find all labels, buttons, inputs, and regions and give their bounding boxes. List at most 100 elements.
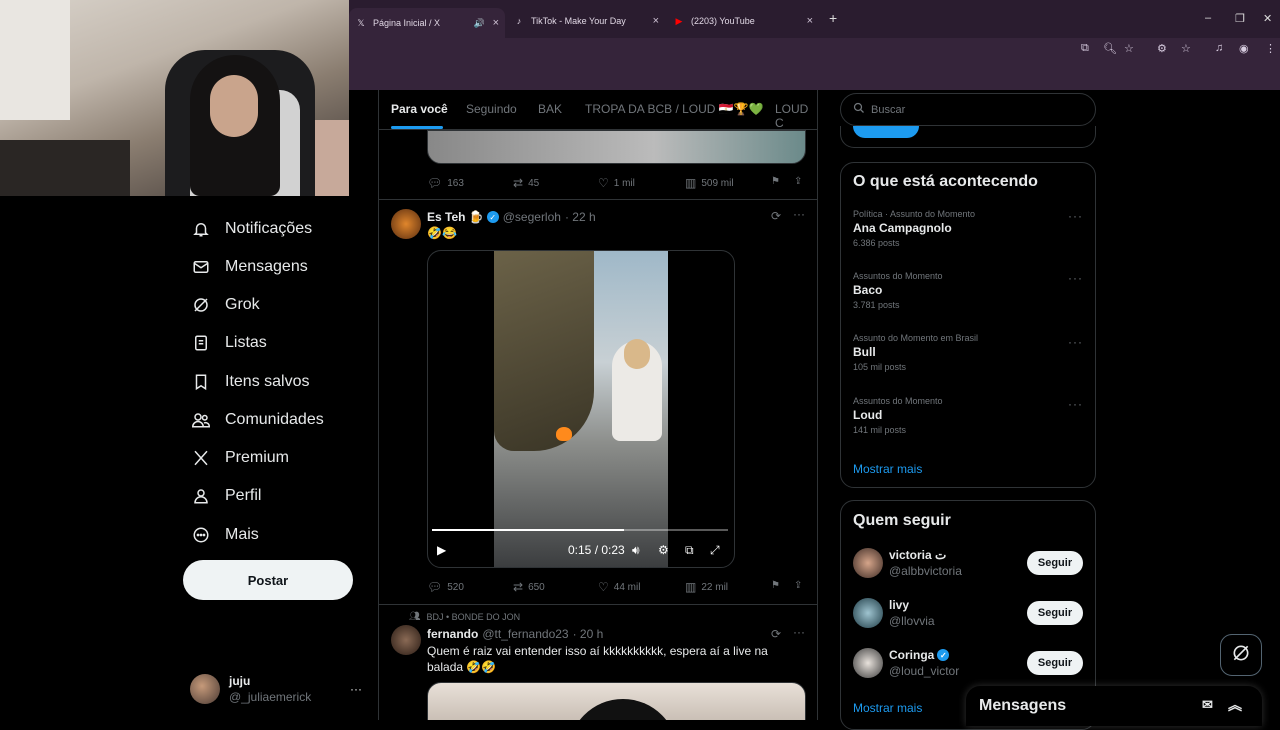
- search-input[interactable]: Buscar: [840, 93, 1096, 126]
- reply-button[interactable]: 💬︎ 520: [427, 580, 464, 594]
- avatar[interactable]: [391, 625, 421, 655]
- card-fragment: [840, 126, 1096, 148]
- follow-button[interactable]: Seguir: [1027, 551, 1083, 575]
- pip-icon[interactable]: ⧉: [685, 543, 694, 558]
- nav-messages[interactable]: Mensagens: [190, 252, 308, 282]
- trend-item[interactable]: Assunto do Momento em Brasil Bull 105 mi…: [853, 333, 978, 372]
- volume-icon[interactable]: 🔊︎: [632, 543, 640, 558]
- avatar: [853, 598, 883, 628]
- share-icon[interactable]: ⇪: [794, 176, 802, 187]
- bookmark-icon[interactable]: ⚑: [771, 580, 780, 591]
- follow-button[interactable]: Seguir: [1027, 651, 1083, 675]
- expand-icon[interactable]: ︽: [1228, 695, 1242, 715]
- cast-icon[interactable]: ⧉: [1081, 42, 1089, 55]
- nav-profile[interactable]: Perfil: [190, 481, 261, 511]
- account-more-icon[interactable]: ···: [350, 682, 362, 696]
- new-tab-button[interactable]: +: [829, 10, 837, 26]
- views-button[interactable]: ▥ 22 mil: [685, 580, 728, 594]
- more-icon[interactable]: ···: [793, 625, 805, 639]
- more-icon[interactable]: ···: [793, 207, 805, 221]
- nav-more[interactable]: Mais: [190, 520, 259, 550]
- repost-icon: ⇄: [513, 176, 524, 190]
- profile-icon[interactable]: ◉: [1239, 42, 1249, 55]
- close-tab-icon[interactable]: ×: [807, 15, 813, 27]
- tab-tropa[interactable]: TROPA DA BCB / LOUD 🇪🇬🏆💚: [585, 102, 764, 116]
- post-author[interactable]: Es Teh 🍺: [427, 210, 484, 224]
- more-icon[interactable]: ···: [1068, 335, 1083, 349]
- more-icon[interactable]: ···: [1068, 271, 1083, 285]
- grok-button[interactable]: [1220, 634, 1262, 676]
- post-media[interactable]: [427, 682, 806, 720]
- post-time[interactable]: · 20 h: [573, 627, 604, 641]
- nav-bookmarks[interactable]: Itens salvos: [190, 367, 309, 397]
- like-button[interactable]: ♡ 44 mil: [598, 580, 640, 594]
- video-progress[interactable]: [432, 529, 728, 531]
- post-handle[interactable]: @segerloh: [503, 210, 561, 224]
- tab-loud[interactable]: LOUD C: [775, 102, 817, 130]
- star-icon[interactable]: ☆: [1124, 42, 1134, 55]
- play-icon[interactable]: ▶: [437, 543, 446, 557]
- media-control-icon[interactable]: ♫: [1215, 42, 1223, 54]
- trend-item[interactable]: Política · Assunto do Momento Ana Campag…: [853, 209, 975, 248]
- reply-button[interactable]: 💬︎ 163: [427, 176, 464, 190]
- post-time[interactable]: · 22 h: [565, 210, 596, 224]
- tab-bak[interactable]: BAK: [538, 102, 562, 116]
- share-icon[interactable]: ⇪: [794, 580, 802, 591]
- community-label[interactable]: 👥︎ BDJ • BONDE DO JON: [409, 611, 520, 622]
- settings-icon[interactable]: ⚙: [658, 543, 669, 557]
- nav-grok[interactable]: Grok: [190, 290, 260, 320]
- suggested-user[interactable]: Coringa ✓ @loud_victor: [853, 648, 959, 678]
- tab-for-you[interactable]: Para você: [391, 102, 448, 116]
- tab-x-home[interactable]: 𝕏 Página Inicial / X 🔊 ×: [349, 8, 505, 38]
- suggested-user[interactable]: livy @llovvia: [853, 598, 935, 628]
- views-button[interactable]: ▥ 509 mil: [685, 176, 734, 190]
- close-tab-icon[interactable]: ×: [653, 15, 659, 27]
- nav-lists[interactable]: Listas: [190, 328, 267, 358]
- verified-icon: ✓: [937, 649, 950, 661]
- subscribe-button[interactable]: [853, 126, 919, 138]
- video-player[interactable]: ▶ 0:15 / 0:23 🔊︎ ⚙ ⧉ ⤢: [427, 250, 735, 568]
- close-tab-icon[interactable]: ×: [493, 17, 499, 29]
- grok-icon[interactable]: ⟳: [771, 209, 781, 223]
- close-window-button[interactable]: ✕: [1263, 12, 1272, 25]
- post-text: 🤣😂: [427, 226, 457, 240]
- tab-following[interactable]: Seguindo: [466, 102, 517, 116]
- speaker-icon[interactable]: 🔊: [474, 18, 485, 29]
- more-icon[interactable]: ···: [1068, 397, 1083, 411]
- more-icon[interactable]: ···: [1068, 209, 1083, 223]
- show-more-link[interactable]: Mostrar mais: [853, 462, 922, 476]
- trend-item[interactable]: Assuntos do Momento Baco 3.781 posts: [853, 271, 943, 310]
- grok-icon[interactable]: ⟳: [771, 627, 781, 641]
- tab-tiktok[interactable]: ♪ TikTok - Make Your Day ×: [507, 8, 665, 34]
- trend-item[interactable]: Assuntos do Momento Loud 141 mil posts: [853, 396, 943, 435]
- show-more-link[interactable]: Mostrar mais: [853, 701, 922, 715]
- views-icon: ▥: [685, 580, 697, 594]
- repost-button[interactable]: ⇄ 650: [513, 580, 545, 594]
- extension-icon[interactable]: ⚙: [1157, 42, 1167, 55]
- menu-icon[interactable]: ⋮: [1265, 42, 1276, 55]
- post-media[interactable]: [427, 130, 806, 164]
- fullscreen-icon[interactable]: ⤢: [710, 543, 720, 558]
- tab-youtube[interactable]: ▶ (2203) YouTube ×: [667, 8, 819, 34]
- nav-notifications[interactable]: Notificações: [190, 214, 312, 244]
- nav-premium[interactable]: Premium: [190, 443, 289, 473]
- post-button[interactable]: Postar: [183, 560, 353, 600]
- post-handle[interactable]: @tt_fernando23: [482, 627, 568, 641]
- restore-button[interactable]: ❐: [1235, 12, 1245, 25]
- new-message-icon[interactable]: ✉: [1202, 697, 1213, 713]
- messages-drawer[interactable]: Mensagens ✉ ︽: [966, 686, 1262, 726]
- like-button[interactable]: ♡ 1 mil: [598, 176, 635, 190]
- minimize-button[interactable]: –: [1205, 12, 1211, 24]
- person-icon: [190, 485, 212, 507]
- bookmark-icon[interactable]: ⚑: [771, 176, 780, 187]
- account-switcher[interactable]: juju @_juliaemerick ···: [190, 674, 362, 704]
- follow-button[interactable]: Seguir: [1027, 601, 1083, 625]
- nav-communities[interactable]: Comunidades: [190, 405, 324, 435]
- post-author[interactable]: fernando: [427, 627, 478, 641]
- avatar[interactable]: [391, 209, 421, 239]
- account-name: juju: [229, 674, 251, 688]
- suggested-user[interactable]: victoria ت @albbvictoria: [853, 548, 962, 578]
- repost-button[interactable]: ⇄ 45: [513, 176, 539, 190]
- bookmarks-icon[interactable]: ☆: [1181, 42, 1191, 55]
- zoom-icon[interactable]: 🔍︎: [1103, 42, 1117, 55]
